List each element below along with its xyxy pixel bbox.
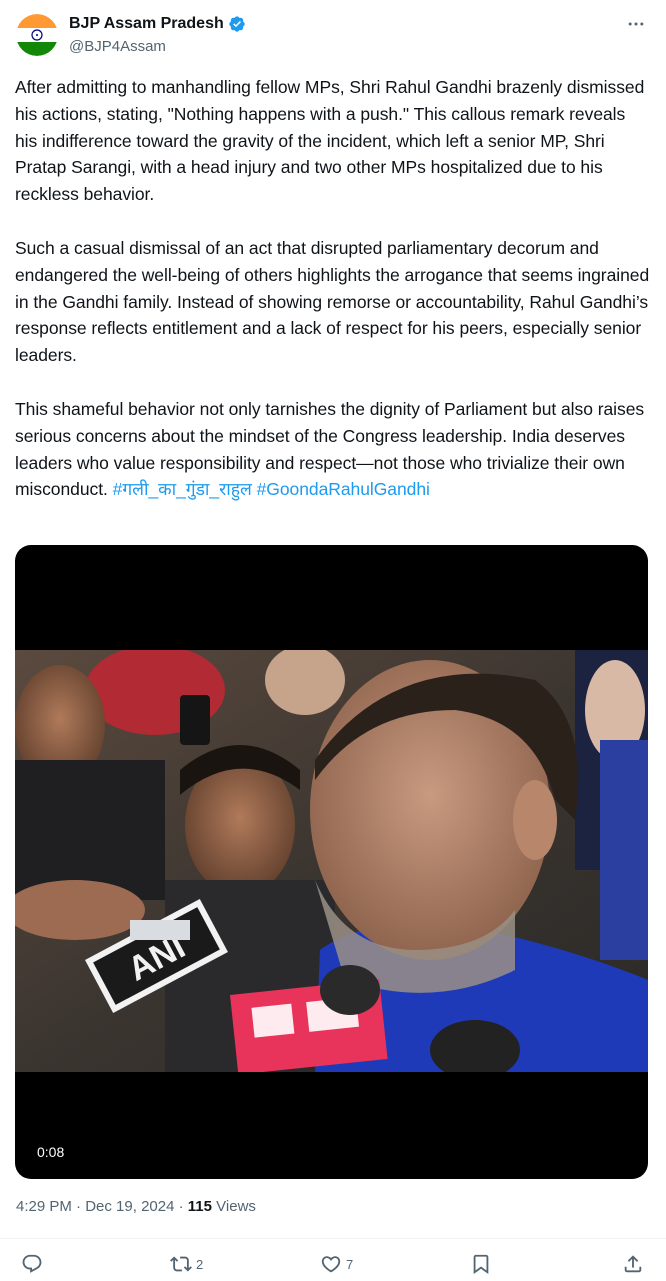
tweet-paragraph-last: This shameful behavior not only tarnishe… <box>15 396 651 503</box>
author-name-row[interactable]: BJP Assam Pradesh <box>69 15 246 33</box>
hashtag-link[interactable]: #गली_का_गुंडा_राहुल <box>113 479 252 499</box>
action-bar: 2 7 <box>0 1238 666 1281</box>
tweet-paragraph: Such a casual dismissal of an act that d… <box>15 237 650 366</box>
tweet-text: After admitting to manhandling fellow MP… <box>15 74 651 503</box>
bookmark-button[interactable] <box>470 1253 492 1275</box>
views-label: Views <box>212 1198 256 1215</box>
tweet-date[interactable]: Dec 19, 2024 <box>85 1198 174 1215</box>
tweet-time[interactable]: 4:29 PM <box>16 1198 72 1215</box>
video-duration: 0:08 <box>37 1144 65 1160</box>
like-button[interactable]: 7 <box>320 1253 353 1275</box>
video-frame-image[interactable]: ANI <box>15 645 648 1080</box>
meta-separator: · <box>71 1198 86 1215</box>
reply-button[interactable] <box>21 1253 47 1275</box>
india-flag-avatar-icon[interactable] <box>16 14 58 56</box>
repost-count: 2 <box>196 1256 204 1272</box>
hashtag-link[interactable]: #GoondaRahulGandhi <box>257 479 430 499</box>
video-player[interactable]: ANI 0:08 <box>15 545 648 1179</box>
tweet-meta: 4:29 PM · Dec 19, 2024 · 115 Views <box>16 1198 256 1215</box>
views-count: 115 <box>187 1198 212 1215</box>
meta-separator: · <box>174 1198 188 1215</box>
tweet-paragraph: After admitting to manhandling fellow MP… <box>15 77 645 205</box>
heart-icon <box>321 1256 341 1273</box>
verified-badge-icon <box>228 15 246 33</box>
tweet-header: BJP Assam Pradesh @BJP4Assam <box>0 0 666 64</box>
like-count: 7 <box>346 1256 354 1272</box>
repost-button[interactable]: 2 <box>170 1253 203 1275</box>
share-button[interactable] <box>622 1253 644 1275</box>
repost-icon <box>170 1256 192 1272</box>
author-display-name[interactable]: BJP Assam Pradesh <box>69 15 224 33</box>
share-icon <box>624 1255 642 1273</box>
author-handle[interactable]: @BJP4Assam <box>69 38 166 55</box>
more-options-icon[interactable] <box>624 12 648 36</box>
reply-icon <box>22 1254 42 1273</box>
bookmark-icon <box>473 1254 489 1275</box>
